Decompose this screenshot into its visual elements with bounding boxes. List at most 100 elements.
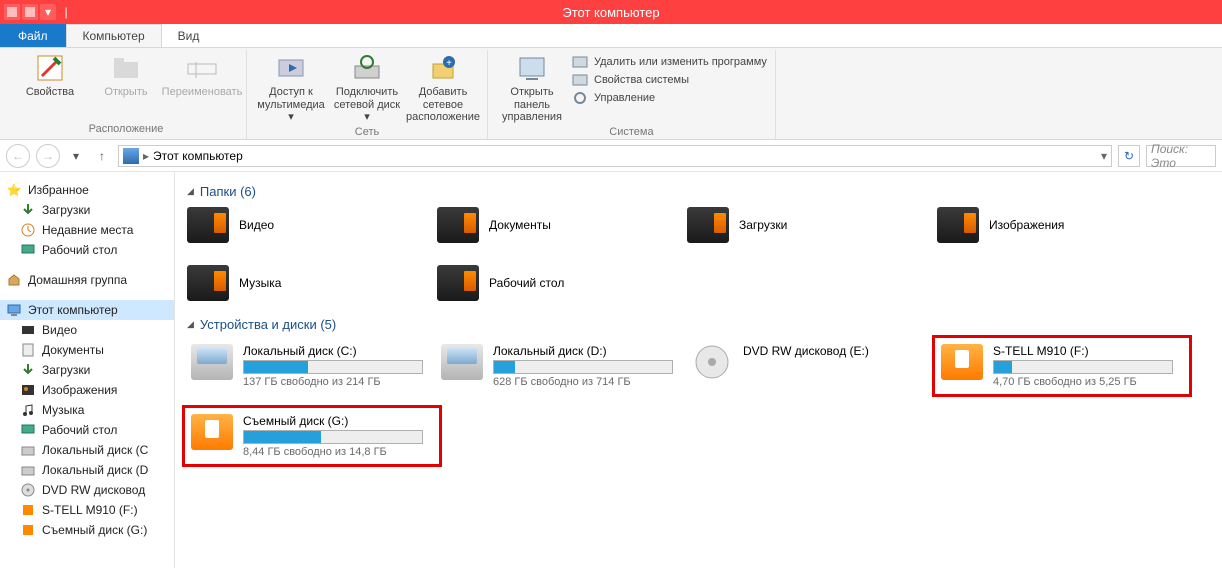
- folder-item[interactable]: Музыка: [187, 265, 437, 301]
- sidebar-computer-head[interactable]: Этот компьютер: [0, 300, 174, 320]
- folder-label: Документы: [489, 218, 551, 232]
- folder-label: Рабочий стол: [489, 276, 564, 290]
- ribbon: Свойства Открыть Переименовать Расположе…: [0, 48, 1222, 140]
- folder-icon: [187, 265, 229, 301]
- ribbon-group-location-label: Расположение: [89, 121, 164, 139]
- section-folders-head[interactable]: ◢Папки (6): [187, 184, 1210, 199]
- sidebar-item[interactable]: Загрузки: [0, 360, 174, 380]
- svg-text:+: +: [446, 58, 452, 69]
- sidebar-item-downloads[interactable]: Загрузки: [0, 200, 174, 220]
- folder-item[interactable]: Документы: [437, 207, 687, 243]
- folder-icon: [187, 207, 229, 243]
- ribbon-properties-button[interactable]: Свойства: [14, 52, 86, 99]
- tab-computer[interactable]: Компьютер: [66, 24, 162, 47]
- properties-icon: [34, 52, 66, 84]
- ribbon-group-location: Свойства Открыть Переименовать Расположе…: [6, 50, 247, 139]
- usb-icon: [191, 414, 233, 450]
- ribbon-media-button[interactable]: Доступ к мультимедиа ▾: [255, 52, 327, 124]
- navbar: ← → ▾ ↑ ▸ Этот компьютер ▾ ↻ Поиск: Это: [0, 140, 1222, 172]
- menubar: Файл Компьютер Вид: [0, 24, 1222, 48]
- nav-forward-button[interactable]: →: [36, 144, 60, 168]
- drive-name: S-TELL M910 (F:): [993, 344, 1173, 358]
- sidebar-item[interactable]: Документы: [0, 340, 174, 360]
- sidebar-item-label: Рабочий стол: [42, 423, 117, 437]
- sidebar-item-label: Загрузки: [42, 203, 90, 217]
- search-input[interactable]: Поиск: Это: [1146, 145, 1216, 167]
- qat-icon-3[interactable]: ▾: [40, 4, 56, 20]
- sidebar-item[interactable]: Рабочий стол: [0, 420, 174, 440]
- sidebar-favorites-label: Избранное: [28, 183, 89, 197]
- address-bar[interactable]: ▸ Этот компьютер ▾: [118, 145, 1112, 167]
- manage-icon: [572, 90, 588, 106]
- ribbon-cpanel-button[interactable]: Открыть панель управления: [496, 52, 568, 124]
- folder-item[interactable]: Видео: [187, 207, 437, 243]
- qat-icon-1[interactable]: [4, 4, 20, 20]
- folder-item[interactable]: Загрузки: [687, 207, 937, 243]
- address-dropdown-icon[interactable]: ▾: [1101, 149, 1107, 163]
- menu-file[interactable]: Файл: [0, 24, 66, 47]
- window-title: Этот компьютер: [562, 5, 659, 20]
- collapse-icon: ◢: [187, 186, 194, 197]
- drive-sub: 137 ГБ свободно из 214 ГБ: [243, 376, 423, 388]
- open-icon: [110, 52, 142, 84]
- drive-sub: 628 ГБ свободно из 714 ГБ: [493, 376, 673, 388]
- folder-label: Изображения: [989, 218, 1064, 232]
- tab-view[interactable]: Вид: [162, 24, 216, 47]
- section-drives-head[interactable]: ◢Устройства и диски (5): [187, 317, 1210, 332]
- ribbon-properties-label: Свойства: [26, 86, 74, 99]
- ribbon-media-label: Доступ к мультимедиа ▾: [255, 86, 327, 124]
- sidebar-item[interactable]: Локальный диск (D: [0, 460, 174, 480]
- desktop-icon: [20, 242, 36, 258]
- folder-icon: [937, 207, 979, 243]
- sysprops-icon: [572, 72, 588, 88]
- sidebar-item[interactable]: Изображения: [0, 380, 174, 400]
- images-icon: [20, 382, 36, 398]
- usb-icon: [941, 344, 983, 380]
- sidebar-item[interactable]: Видео: [0, 320, 174, 340]
- sidebar-item[interactable]: DVD RW дисковод: [0, 480, 174, 500]
- sidebar-item-label: Локальный диск (C: [42, 443, 148, 457]
- star-icon: ⭐: [6, 182, 22, 198]
- drive-item[interactable]: DVD RW дисковод (E:): [687, 340, 937, 392]
- computer-icon: [6, 302, 22, 318]
- ribbon-uninstall-button[interactable]: Удалить или изменить программу: [572, 54, 767, 70]
- sidebar-favorites-head[interactable]: ⭐ Избранное: [0, 180, 174, 200]
- hdd-icon: [20, 442, 36, 458]
- usb-icon: [20, 522, 36, 538]
- sidebar-item-label: Загрузки: [42, 363, 90, 377]
- ribbon-rename-label: Переименовать: [162, 86, 243, 99]
- sidebar-item[interactable]: Музыка: [0, 400, 174, 420]
- nav-back-button[interactable]: ←: [6, 144, 30, 168]
- sidebar-homegroup-head[interactable]: Домашняя группа: [0, 270, 174, 290]
- ribbon-open-button[interactable]: Открыть: [90, 52, 162, 99]
- sidebar-item[interactable]: Локальный диск (C: [0, 440, 174, 460]
- sidebar-item[interactable]: Съемный диск (G:): [0, 520, 174, 540]
- nav-up-button[interactable]: ↑: [92, 146, 112, 166]
- ribbon-manage-button[interactable]: Управление: [572, 90, 767, 106]
- sidebar-item-label: Документы: [42, 343, 104, 357]
- ribbon-addnet-button[interactable]: + Добавить сетевое расположение: [407, 52, 479, 124]
- ribbon-sysprops-button[interactable]: Свойства системы: [572, 72, 767, 88]
- ribbon-cpanel-label: Открыть панель управления: [496, 86, 568, 124]
- sidebar-item-label: S-TELL M910 (F:): [42, 503, 138, 517]
- folder-item[interactable]: Рабочий стол: [437, 265, 687, 301]
- sidebar-item[interactable]: S-TELL M910 (F:): [0, 500, 174, 520]
- drive-item[interactable]: Локальный диск (C:) 137 ГБ свободно из 21…: [187, 340, 437, 392]
- ribbon-rename-button[interactable]: Переименовать: [166, 52, 238, 99]
- qat-icon-2[interactable]: [22, 4, 38, 20]
- sidebar-item-desktop[interactable]: Рабочий стол: [0, 240, 174, 260]
- sidebar-item-recent[interactable]: Недавние места: [0, 220, 174, 240]
- hdd-icon: [441, 344, 483, 380]
- nav-dropdown-button[interactable]: ▾: [66, 146, 86, 166]
- refresh-button[interactable]: ↻: [1118, 145, 1140, 167]
- folder-icon: [437, 207, 479, 243]
- breadcrumb[interactable]: Этот компьютер: [153, 149, 243, 163]
- folder-item[interactable]: Изображения: [937, 207, 1187, 243]
- drive-item[interactable]: S-TELL M910 (F:)4,70 ГБ свободно из 5,25…: [937, 340, 1187, 392]
- sidebar-homegroup-label: Домашняя группа: [28, 273, 127, 287]
- drive-item[interactable]: Локальный диск (D:)628 ГБ свободно из 71…: [437, 340, 687, 392]
- ribbon-mapdrive-button[interactable]: Подключить сетевой диск ▾: [331, 52, 403, 124]
- drive-item[interactable]: Съемный диск (G:)8,44 ГБ свободно из 14,…: [187, 410, 437, 462]
- sidebar-item-label: Недавние места: [42, 223, 133, 237]
- drive-name: Локальный диск (C:): [243, 344, 423, 358]
